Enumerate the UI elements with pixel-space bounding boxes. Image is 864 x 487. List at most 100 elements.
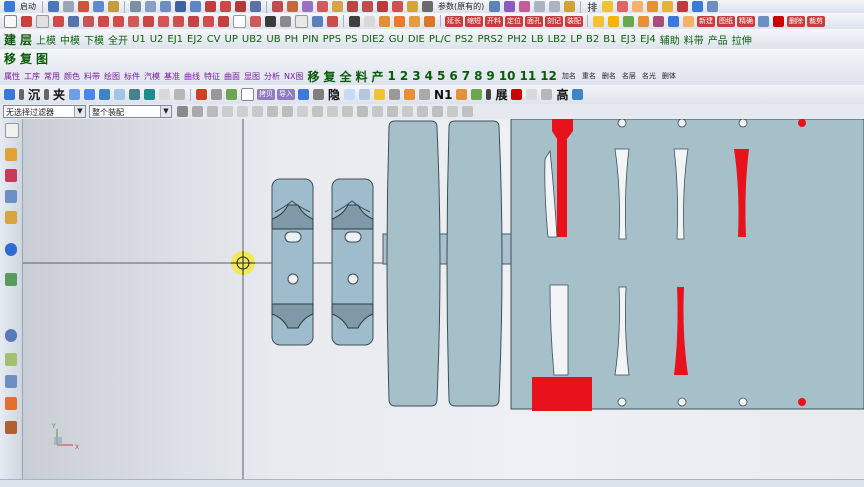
cmd-ub2[interactable]: UB2 (242, 34, 263, 45)
cmd-delete-name[interactable]: 删名 (602, 71, 616, 81)
lock-icon[interactable] (564, 1, 576, 12)
chip-delete[interactable]: 删除 (787, 15, 805, 27)
role-icon[interactable] (5, 353, 17, 366)
sphere2-icon[interactable] (359, 89, 371, 100)
part-icon[interactable] (99, 89, 111, 100)
layer-icon[interactable] (504, 1, 516, 12)
chip-hole[interactable]: 面孔 (525, 15, 543, 27)
settings-tab-icon[interactable] (5, 123, 19, 138)
cmd-sink[interactable]: 沉 (28, 86, 40, 103)
point-icon[interactable] (235, 1, 246, 12)
cmd-ej2[interactable]: EJ2 (187, 34, 203, 45)
new-icon[interactable] (4, 14, 17, 28)
punch-part-2[interactable] (331, 178, 374, 346)
stack-icon[interactable] (394, 15, 405, 27)
reuse-library-icon[interactable] (5, 211, 17, 224)
web-browser-icon[interactable] (5, 243, 17, 256)
chip-port2[interactable]: 导入 (277, 89, 296, 100)
cmd-all[interactable]: 全 (340, 68, 352, 85)
color-icon[interactable] (617, 1, 629, 12)
cmd-ps2[interactable]: PS2 (455, 34, 474, 45)
sketch-icon[interactable] (317, 1, 328, 12)
chevron-down-icon[interactable]: ▼ (160, 106, 171, 117)
cmd-height[interactable]: 高 (556, 86, 568, 103)
dim-icon[interactable] (173, 15, 184, 27)
cmd-delete-body[interactable]: 删体 (662, 71, 676, 81)
wave-icon[interactable] (489, 1, 501, 12)
box2-icon[interactable] (541, 89, 553, 100)
tag-icon[interactable] (683, 15, 694, 27)
region-icon[interactable] (83, 15, 94, 27)
window-icon[interactable] (160, 1, 171, 12)
cmd-ej3[interactable]: EJ3 (620, 34, 636, 45)
cmd-ph[interactable]: PH (285, 34, 299, 45)
cmd-lb[interactable]: LB (531, 34, 543, 45)
cmd-curve[interactable]: 曲线 (184, 71, 200, 82)
snap-point-icon[interactable] (237, 106, 248, 117)
array-icon[interactable] (128, 15, 139, 27)
graphics-window[interactable]: X Y (23, 119, 864, 479)
matrix-icon[interactable] (143, 15, 154, 27)
trash2-icon[interactable] (174, 89, 186, 100)
cmd-aux[interactable]: 辅助 (660, 32, 680, 47)
visual-icon[interactable] (5, 421, 17, 434)
step-11[interactable]: 11 (519, 69, 536, 83)
outline-icon[interactable] (534, 1, 546, 12)
clip2-icon[interactable] (226, 89, 238, 100)
frame-icon[interactable] (549, 1, 561, 12)
angle-icon[interactable] (347, 1, 358, 12)
step-1[interactable]: 1 (388, 69, 396, 83)
cmd-pps[interactable]: PPS (323, 34, 341, 45)
step-3[interactable]: 3 (412, 69, 420, 83)
cmd-copy2[interactable]: 复 (323, 68, 335, 85)
spline-icon[interactable] (68, 15, 79, 27)
cmd-standard[interactable]: 标件 (124, 71, 140, 82)
hammer-icon[interactable] (404, 89, 416, 100)
dots2-icon[interactable] (44, 89, 50, 100)
cmd-drawing[interactable]: 图 (36, 50, 48, 67)
cmd-product[interactable]: 产品 (708, 32, 728, 47)
plus2-icon[interactable] (241, 88, 255, 101)
pin-icon[interactable] (668, 15, 679, 27)
scale-icon[interactable] (218, 15, 229, 27)
chip-shorten[interactable]: 缩短 (465, 15, 483, 27)
settings-icon[interactable] (312, 15, 323, 27)
paste-icon[interactable] (108, 1, 119, 12)
punch-part-1[interactable] (271, 178, 314, 346)
system-material-icon[interactable] (5, 375, 17, 388)
sphere-icon[interactable] (344, 89, 356, 100)
cmd-build[interactable]: 建 (4, 31, 16, 48)
param-dropdown[interactable]: 参数(原有的) (438, 1, 484, 12)
link-icon[interactable] (327, 15, 338, 27)
cmd-up[interactable]: UP (225, 34, 238, 45)
chip-port1[interactable]: 拷贝 (257, 89, 276, 100)
cmd-n1[interactable]: N1 (434, 88, 452, 102)
cmd-rename[interactable]: 重名 (582, 71, 596, 81)
cmd-mid-mold[interactable]: 中模 (60, 32, 80, 47)
chip-mark[interactable]: 刻记 (545, 15, 563, 27)
flag-red-icon[interactable] (773, 15, 784, 27)
shape-icon[interactable] (379, 15, 390, 27)
cmd-b1[interactable]: B1 (603, 34, 616, 45)
blue-cube-icon[interactable] (4, 89, 15, 100)
check-icon[interactable] (159, 89, 171, 100)
offset-icon[interactable] (302, 1, 313, 12)
fillet-icon[interactable] (362, 1, 373, 12)
cmd-hide[interactable]: 隐 (328, 86, 340, 103)
cmd-automold[interactable]: 汽模 (144, 71, 160, 82)
step-4[interactable]: 4 (425, 69, 433, 83)
cmd-u1[interactable]: U1 (132, 34, 146, 45)
snap-near-icon[interactable] (402, 106, 413, 117)
cmd-attribute[interactable]: 属性 (4, 71, 20, 82)
step-9[interactable]: 9 (486, 69, 494, 83)
cmd-gu[interactable]: GU (389, 34, 404, 45)
clip-icon[interactable] (653, 15, 664, 27)
check2-icon[interactable] (526, 89, 538, 100)
cmd-layer[interactable]: 层 (20, 31, 32, 48)
wave2-icon[interactable] (313, 89, 325, 100)
shade-icon[interactable] (175, 1, 186, 12)
assembly-icon[interactable] (114, 89, 126, 100)
cross-icon[interactable] (158, 15, 169, 27)
cmd-name-light[interactable]: 名光 (642, 71, 656, 81)
palette-nav-icon[interactable] (5, 397, 17, 410)
